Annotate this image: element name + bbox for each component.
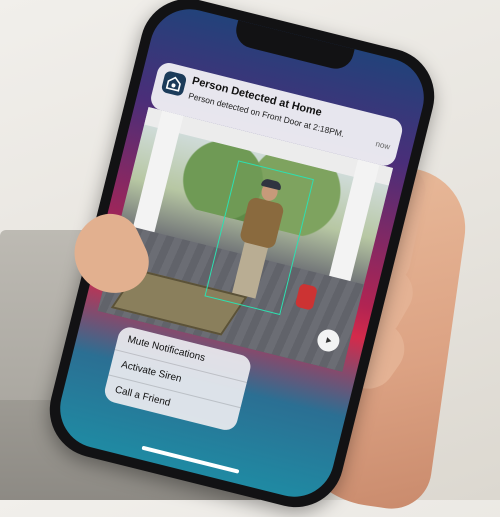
notch [232, 18, 356, 73]
home-indicator[interactable] [141, 445, 240, 474]
play-icon [325, 337, 332, 343]
notification-time: now [374, 139, 392, 152]
home-security-icon [160, 70, 188, 97]
